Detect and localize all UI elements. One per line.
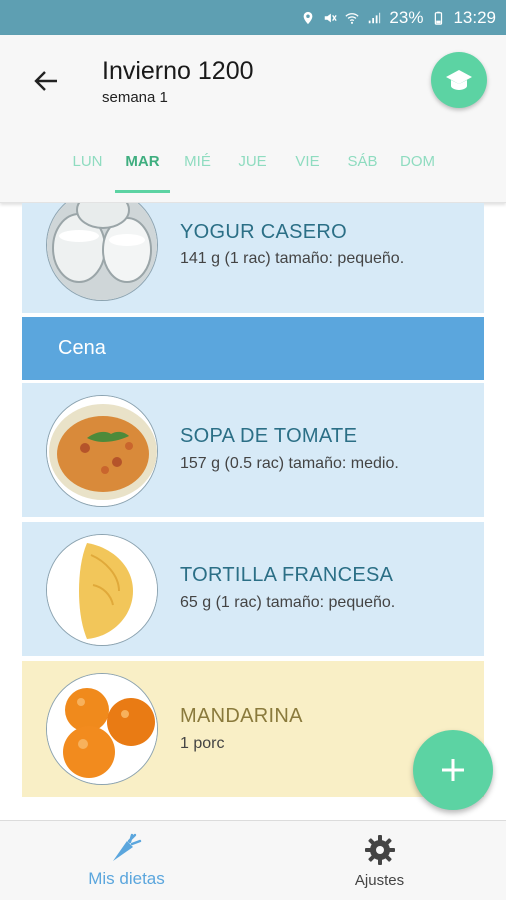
- mute-icon: [323, 11, 338, 25]
- battery-icon: [431, 11, 445, 25]
- battery-percent: 23%: [389, 7, 424, 27]
- add-food-button[interactable]: [413, 730, 493, 810]
- nav-my-diets-label: Mis dietas: [88, 869, 165, 888]
- page-subtitle: semana 1: [102, 89, 168, 106]
- arrow-left-icon: [34, 71, 57, 91]
- tab-jue[interactable]: JUE: [225, 143, 280, 193]
- back-button[interactable]: [28, 63, 64, 99]
- food-card-sopa[interactable]: SOPA DE TOMATE 157 g (0.5 rac) tamaño: m…: [22, 383, 484, 517]
- food-detail: 1 porc: [180, 735, 225, 752]
- nav-settings-label: Ajustes: [354, 871, 405, 889]
- food-detail: 65 g (1 rac) tamaño: pequeño.: [180, 594, 396, 611]
- tab-mar[interactable]: MAR: [115, 143, 170, 193]
- meal-list[interactable]: YOGUR CASERO 141 g (1 rac) tamaño: peque…: [22, 203, 484, 815]
- food-image-mandarina: [46, 673, 158, 785]
- nav-my-diets[interactable]: Mis dietas: [0, 821, 253, 900]
- clock: 13:29: [453, 7, 496, 27]
- food-name: MANDARINA: [180, 705, 303, 727]
- tab-sab[interactable]: SÁB: [335, 143, 390, 193]
- food-detail: 157 g (0.5 rac) tamaño: medio.: [180, 455, 399, 472]
- education-button[interactable]: [431, 52, 487, 108]
- food-name: TORTILLA FRANCESA: [180, 564, 394, 586]
- tab-dom[interactable]: DOM: [390, 143, 445, 193]
- status-bar: 23% 13:29: [0, 0, 506, 35]
- food-name: YOGUR CASERO: [180, 221, 347, 243]
- food-image-tortilla: [46, 534, 158, 646]
- gear-icon: [364, 834, 395, 865]
- food-image-sopa: [46, 395, 158, 507]
- tab-mie[interactable]: MIÉ: [170, 143, 225, 193]
- page-title: Invierno 1200: [102, 57, 254, 85]
- graduation-cap-icon: [446, 70, 472, 90]
- food-card-yogur[interactable]: YOGUR CASERO 141 g (1 rac) tamaño: peque…: [22, 203, 484, 313]
- carrot-icon: [112, 833, 141, 861]
- signal-icon: [367, 11, 381, 25]
- bottom-nav: Mis dietas Ajustes: [0, 820, 506, 900]
- food-detail: 141 g (1 rac) tamaño: pequeño.: [180, 250, 405, 267]
- food-name: SOPA DE TOMATE: [180, 425, 358, 447]
- wifi-icon: [345, 11, 360, 25]
- nav-settings[interactable]: Ajustes: [253, 821, 506, 900]
- plus-icon: [442, 759, 464, 781]
- app-header: Invierno 1200 semana 1 LUN MAR MIÉ JUE V…: [0, 35, 506, 203]
- tab-vie[interactable]: VIE: [280, 143, 335, 193]
- tab-lun[interactable]: LUN: [60, 143, 115, 193]
- location-icon: [301, 11, 315, 25]
- meal-section-header: Cena: [22, 317, 484, 380]
- food-card-tortilla[interactable]: TORTILLA FRANCESA 65 g (1 rac) tamaño: p…: [22, 522, 484, 656]
- food-image-yogur: [46, 203, 158, 301]
- day-tabs: LUN MAR MIÉ JUE VIE SÁB DOM: [60, 143, 445, 193]
